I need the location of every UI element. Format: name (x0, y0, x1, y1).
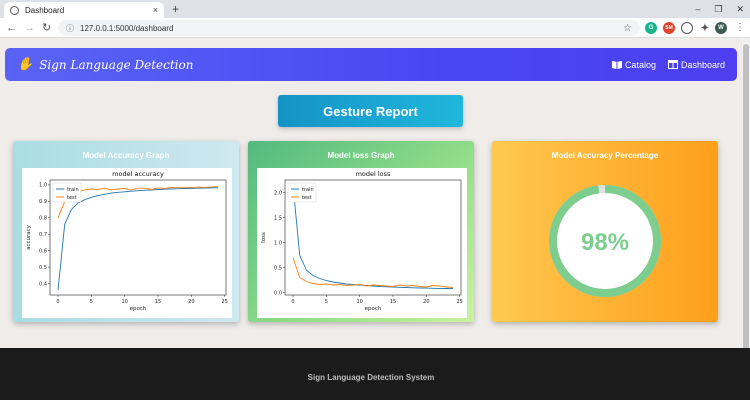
new-tab-button[interactable]: + (172, 2, 179, 16)
puzzle-icon[interactable]: ✦ (699, 22, 711, 34)
tab-title: Dashboard (25, 5, 65, 15)
x-tick-label: 5 (325, 299, 328, 305)
browser-tab-strip: Dashboard × + – ❐ ✕ (0, 0, 750, 18)
nav-link-label: Dashboard (680, 59, 725, 70)
y-tick-label: 1.5 (274, 215, 282, 221)
forward-icon[interactable]: → (24, 20, 35, 36)
y-tick-label: 0.9 (39, 199, 47, 205)
x-tick-label: 15 (390, 299, 396, 305)
window-controls: – ❐ ✕ (695, 2, 744, 16)
card-title: Model Accuracy Percentage (551, 151, 659, 160)
nav-link-catalog[interactable]: Catalog (611, 59, 656, 70)
legend-label-train: train (302, 187, 314, 193)
nav-links: Catalog Dashboard (611, 59, 725, 70)
x-tick-label: 0 (291, 299, 294, 305)
url-text: 127.0.0.1:5000/dashboard (80, 23, 174, 33)
book-icon (611, 61, 622, 69)
accuracy-percentage-card: Model Accuracy Percentage 98% (492, 141, 718, 322)
reload-icon[interactable]: ↻ (42, 20, 51, 36)
address-bar[interactable]: ⓘ 127.0.0.1:5000/dashboard ☆ (58, 20, 640, 36)
loss-chart: model loss 0 5 10 15 20 25 0.0 0.5 1.0 1.5 2.0 epoch… (257, 168, 467, 318)
y-tick-label: 0.5 (39, 265, 47, 271)
nav-link-dashboard[interactable]: Dashboard (667, 59, 725, 70)
extension-g-icon[interactable]: G (645, 22, 657, 34)
globe-icon (10, 5, 19, 15)
y-tick-label: 0.6 (39, 248, 47, 254)
legend-label-train: train (67, 187, 79, 193)
close-window-icon[interactable]: ✕ (736, 2, 744, 16)
y-tick-label: 0.0 (274, 290, 282, 296)
loss-graph-card: Model loss Graph model loss 0 5 10 15 20 25 0.0… (248, 141, 474, 322)
x-axis-label: epoch (130, 306, 147, 312)
legend-label-test: test (67, 195, 77, 201)
x-tick-label: 10 (356, 299, 362, 305)
x-tick-label: 5 (90, 299, 93, 305)
y-tick-label: 1.0 (39, 183, 47, 189)
y-tick-label: 0.7 (39, 232, 47, 238)
back-icon[interactable]: ← (6, 20, 17, 36)
y-axis-label: accuracy (26, 224, 32, 250)
columns-icon (667, 60, 678, 69)
footer: Sign Language Detection System (0, 348, 750, 400)
x-tick-label: 20 (188, 299, 194, 305)
chart-title: model loss (356, 170, 391, 178)
footer-text: Sign Language Detection System (307, 373, 435, 382)
bookmark-star-icon[interactable]: ☆ (623, 23, 632, 34)
y-tick-label: 0.5 (274, 265, 282, 271)
accuracy-gauge: 98% (549, 185, 661, 297)
page-scrollbar[interactable] (742, 38, 750, 400)
browser-tab[interactable]: Dashboard × (4, 2, 164, 18)
y-tick-label: 2.0 (274, 190, 282, 196)
legend-label-test: test (302, 195, 312, 201)
x-axis-label: epoch (365, 306, 382, 312)
scrollbar-thumb[interactable] (743, 44, 749, 364)
menu-kebab-icon[interactable]: ⋮ (735, 20, 745, 36)
y-tick-label: 0.8 (39, 216, 47, 222)
info-icon[interactable]: ⓘ (66, 23, 74, 34)
accuracy-chart: model accuracy 0 5 10 15 20 25 0.4 0.5 0.6 0.7 0.8 0… (22, 168, 232, 318)
card-title: Model Accuracy Graph (82, 151, 170, 160)
y-tick-label: 1.0 (274, 240, 282, 246)
close-tab-icon[interactable]: × (153, 5, 158, 15)
x-tick-label: 20 (423, 299, 429, 305)
x-tick-label: 15 (155, 299, 161, 305)
hand-sign-icon: ✋ (17, 57, 34, 72)
x-tick-label: 0 (56, 299, 59, 305)
extension-sm-icon[interactable]: SM (663, 22, 675, 34)
nav-link-label: Catalog (624, 59, 656, 70)
extension-circle-icon[interactable] (681, 22, 693, 34)
minimize-icon[interactable]: – (695, 2, 700, 16)
x-tick-label: 10 (121, 299, 127, 305)
maximize-icon[interactable]: ❐ (714, 2, 722, 16)
x-tick-label: 25 (456, 299, 462, 305)
x-tick-label: 25 (221, 299, 227, 305)
y-tick-label: 0.4 (39, 281, 47, 287)
accuracy-value: 98% (581, 229, 629, 256)
chart-title: model accuracy (112, 170, 164, 178)
accuracy-graph-card: Model Accuracy Graph model accuracy 0 5 10 1… (13, 141, 239, 322)
brand[interactable]: ✋ Sign Language Detection (17, 57, 193, 72)
app-navbar: ✋ Sign Language Detection Catalog Dashbo… (5, 48, 737, 81)
browser-toolbar: ← → ↻ ⓘ 127.0.0.1:5000/dashboard ☆ G SM … (0, 18, 750, 38)
gesture-report-button[interactable]: Gesture Report (278, 95, 463, 127)
profile-avatar[interactable]: W (715, 22, 727, 34)
brand-title: Sign Language Detection (39, 57, 194, 72)
y-axis-label: loss (261, 232, 267, 243)
card-title: Model loss Graph (327, 151, 395, 160)
